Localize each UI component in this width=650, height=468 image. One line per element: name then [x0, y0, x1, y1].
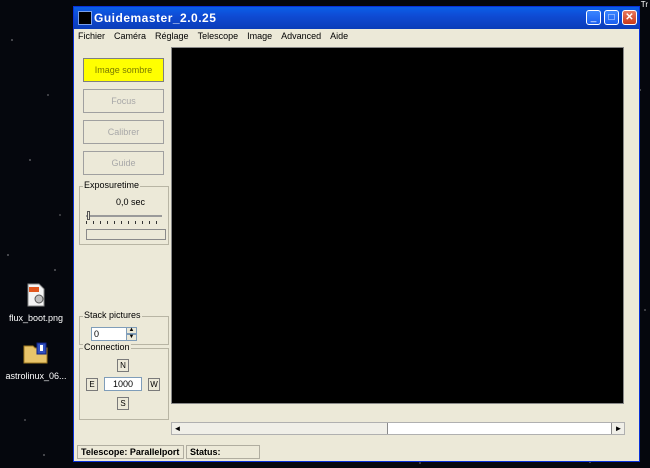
south-button[interactable]: S [117, 397, 129, 410]
menu-bar: Fichier Caméra Réglage Telescope Image Advanc… [74, 29, 639, 46]
west-button[interactable]: W [148, 378, 160, 391]
png-file-icon [0, 283, 72, 309]
maximize-button[interactable]: □ [604, 10, 619, 25]
app-icon [78, 11, 92, 25]
exposure-group: Exposuretime 0,0 sec [79, 180, 169, 245]
exposure-value: 0,0 sec [116, 197, 146, 207]
exposure-title: Exposuretime [83, 180, 141, 190]
stack-title: Stack pictures [83, 310, 142, 320]
menu-telescope[interactable]: Telescope [194, 29, 244, 41]
guidemaster-window: Guidemaster_2.0.25 _ □ ✕ Fichier Caméra Ré… [73, 6, 640, 462]
scroll-right-icon[interactable]: ► [613, 423, 624, 434]
desktop-icon-flux-boot[interactable]: flux_boot.png [0, 283, 72, 323]
title-bar[interactable]: Guidemaster_2.0.25 _ □ ✕ [74, 7, 639, 29]
menu-camera[interactable]: Caméra [110, 29, 151, 41]
archive-folder-icon [0, 341, 72, 367]
connection-group: Connection N E 1000 W S [79, 342, 169, 420]
stack-input[interactable]: 0 [91, 327, 127, 341]
east-button[interactable]: E [86, 378, 98, 391]
telescope-status: Telescope: Parallelport [77, 445, 184, 459]
exposure-progress-bar [86, 229, 166, 240]
menu-reglage[interactable]: Réglage [151, 29, 194, 41]
guide-button[interactable]: Guide [83, 151, 164, 175]
exposure-slider-ticks [86, 221, 162, 224]
stack-group: Stack pictures 0 ▲ ▼ [79, 310, 169, 345]
menu-aide[interactable]: Aide [326, 29, 353, 41]
scroll-thumb[interactable] [387, 423, 612, 434]
desktop-corner-text: Tr [640, 0, 648, 9]
guide-speed-input[interactable]: 1000 [104, 377, 142, 391]
window-title: Guidemaster_2.0.25 [94, 11, 217, 25]
exposure-slider-thumb[interactable] [87, 211, 90, 220]
general-status: Status: [186, 445, 260, 459]
stack-down-arrow-icon[interactable]: ▼ [126, 334, 137, 341]
dark-image-button[interactable]: Image sombre [83, 58, 164, 82]
calibrate-button[interactable]: Calibrer [83, 120, 164, 144]
desktop-icon-label: astrolinux_06... [5, 371, 67, 381]
focus-button[interactable]: Focus [83, 89, 164, 113]
menu-fichier[interactable]: Fichier [74, 29, 110, 41]
north-button[interactable]: N [117, 359, 129, 372]
minimize-button[interactable]: _ [586, 10, 601, 25]
menu-image[interactable]: Image [243, 29, 277, 41]
vertical-scroll-gutter [625, 47, 637, 420]
desktop-icon-label: flux_boot.png [8, 313, 64, 323]
close-button[interactable]: ✕ [622, 10, 637, 25]
camera-image-view[interactable] [171, 47, 624, 404]
desktop-icon-astrolinux[interactable]: astrolinux_06... [0, 341, 72, 381]
scroll-left-icon[interactable]: ◄ [172, 423, 183, 434]
horizontal-scrollbar[interactable]: ◄ ► [171, 422, 625, 435]
status-bar: Telescope: Parallelport Status: [74, 443, 639, 461]
connection-title: Connection [83, 342, 131, 352]
control-panel: Image sombre Focus Calibrer Guide Exposu… [77, 47, 169, 441]
exposure-slider-track[interactable] [86, 215, 162, 217]
menu-advanced[interactable]: Advanced [277, 29, 326, 41]
stack-up-arrow-icon[interactable]: ▲ [126, 327, 137, 334]
